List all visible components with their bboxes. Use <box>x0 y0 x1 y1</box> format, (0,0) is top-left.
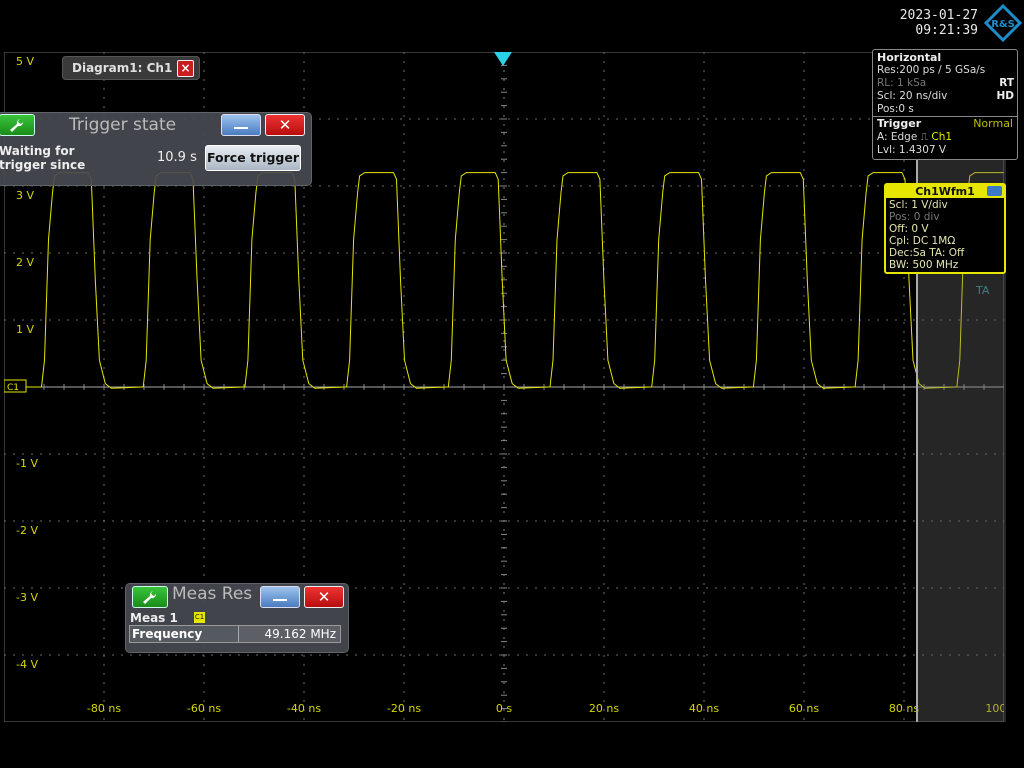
logo-text: R&S <box>991 19 1015 30</box>
wrench-icon[interactable] <box>132 586 168 608</box>
edge-icon: ⎍ <box>920 131 929 143</box>
horizontal-trigger-panel[interactable]: Horizontal Res:200 ps / 5 GSa/s RL: 1 kS… <box>872 49 1018 160</box>
time-scale: Scl: 20 ns/div <box>877 90 948 102</box>
x-tick-label: -40 ns <box>287 702 321 715</box>
dialog-title: Meas Res <box>172 584 253 604</box>
vertical-offset: Off: 0 V <box>889 223 929 235</box>
channel-badge: C1 <box>194 612 205 623</box>
x-tick-label: 0 s <box>496 702 512 715</box>
x-tick-label: 60 ns <box>789 702 819 715</box>
diagram-tab-title: Diagram1: Ch1 <box>72 61 173 75</box>
force-trigger-button[interactable]: Force trigger <box>205 145 301 171</box>
resolution: Res:200 ps / 5 GSa/s <box>877 64 986 76</box>
coupling: Cpl: DC 1MΩ <box>889 235 956 247</box>
measurement-results-dialog[interactable]: Meas Res ✕ Meas 1 C1 Frequency 49.162 MH… <box>125 583 349 653</box>
trigger-state-dialog[interactable]: Trigger state ✕ Waiting for trigger sinc… <box>0 112 312 186</box>
elapsed-time: 10.9 s <box>157 150 197 165</box>
dialog-title: Trigger state <box>69 115 177 135</box>
record-length: RL: 1 kSa <box>877 77 927 89</box>
trigger-level: Lvl: 1.4307 V <box>877 144 947 156</box>
close-icon[interactable]: × <box>177 60 194 77</box>
minimize-button[interactable] <box>221 114 261 136</box>
clock-time: 09:21:39 <box>915 23 978 38</box>
close-button[interactable]: ✕ <box>304 586 344 608</box>
y-tick-label: -1 V <box>16 457 38 470</box>
measurement-label: Frequency <box>132 627 203 641</box>
y-tick-label: 3 V <box>16 189 34 202</box>
hd-indicator: HD <box>996 90 1014 102</box>
horizontal-position: Pos:0 s <box>877 103 914 115</box>
measurement-name: Meas 1 <box>130 611 178 625</box>
trigger-source: Ch1 <box>931 131 953 143</box>
bandwidth: BW: 500 MHz <box>889 259 959 271</box>
horizontal-title: Horizontal <box>877 51 942 64</box>
x-tick-label: 40 ns <box>689 702 719 715</box>
x-tick-label: 20 ns <box>589 702 619 715</box>
y-tick-label: 2 V <box>16 256 34 269</box>
y-tick-label: 5 V <box>16 55 34 68</box>
wrench-icon[interactable] <box>0 114 35 136</box>
waiting-label: Waiting for trigger since <box>0 144 86 172</box>
clock: 2023-01-27 09:21:39 <box>900 8 978 38</box>
y-tick-label: -4 V <box>16 658 38 671</box>
trigger-type: A: Edge <box>877 131 918 143</box>
rs-logo-icon: R&S <box>983 3 1023 43</box>
trigger-title: Trigger <box>877 117 922 130</box>
minimize-button[interactable] <box>260 586 300 608</box>
diagram-tab[interactable]: Diagram1: Ch1 × <box>62 56 200 80</box>
minimize-button[interactable] <box>987 186 1002 196</box>
x-tick-label: 80 ns <box>889 702 919 715</box>
vertical-scale: Scl: 1 V/div <box>889 199 948 211</box>
x-tick-label: -20 ns <box>387 702 421 715</box>
y-tick-label: -2 V <box>16 524 38 537</box>
ta-marker: TA <box>976 284 990 297</box>
clock-date: 2023-01-27 <box>899 8 978 23</box>
ch1-offset-marker[interactable]: C1 <box>4 379 27 393</box>
ch1-offset-label: C1 <box>7 383 19 393</box>
y-tick-label: -3 V <box>16 591 38 604</box>
y-tick-label: 1 V <box>16 323 34 336</box>
ch1-waveform-panel[interactable]: Ch1Wfm1 Scl: 1 V/div Pos: 0 div Off: 0 V… <box>884 183 1006 274</box>
decimation: Dec:Sa TA: Off <box>889 247 965 259</box>
trigger-mode: Normal <box>973 117 1013 130</box>
measurement-value: 49.162 MHz <box>238 626 340 642</box>
rt-indicator: RT <box>999 77 1014 89</box>
close-button[interactable]: ✕ <box>265 114 305 136</box>
vertical-position: Pos: 0 div <box>889 211 940 223</box>
measurement-row[interactable]: Frequency 49.162 MHz <box>129 625 341 643</box>
x-tick-label: -80 ns <box>87 702 121 715</box>
x-tick-label: -60 ns <box>187 702 221 715</box>
trigger-type-line: A: Edge ⎍ Ch1 <box>877 131 952 144</box>
